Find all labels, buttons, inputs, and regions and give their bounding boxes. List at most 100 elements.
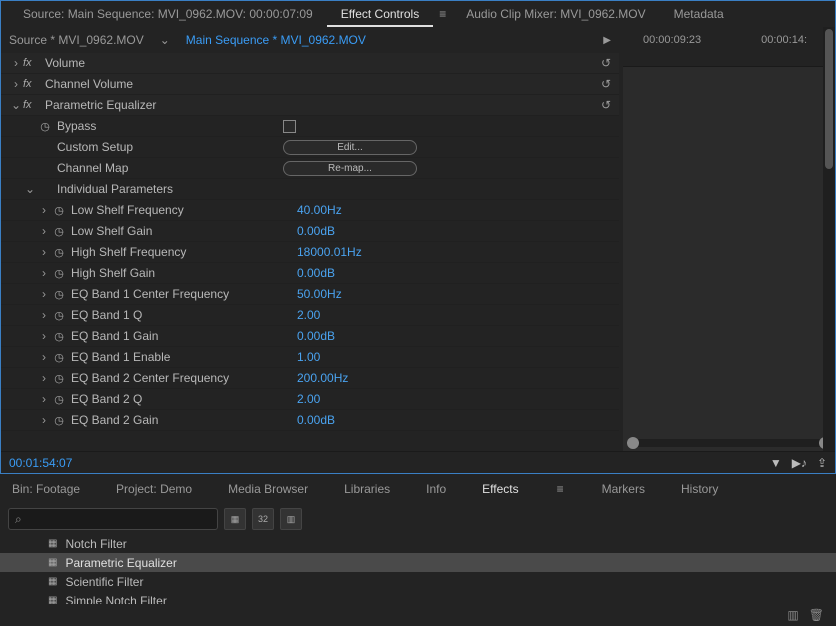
panel-menu-icon[interactable]: ≡ [433,7,452,21]
fx-badge-icon[interactable]: fx [23,78,41,90]
stopwatch-icon[interactable]: ◷ [51,393,67,406]
tab-audio-mixer[interactable]: Audio Clip Mixer: MVI_0962.MOV [452,1,659,27]
param-value[interactable]: 2.00 [297,308,320,322]
source-row: Source * MVI_0962.MOV ⌄ Main Sequence * … [1,27,623,53]
expand-icon[interactable]: › [37,392,51,406]
tab-history[interactable]: History [677,482,722,496]
current-timecode[interactable]: 00:01:54:07 [9,456,72,470]
tab-metadata[interactable]: Metadata [660,1,738,27]
scroll-thumb-left[interactable] [627,437,639,449]
param-value[interactable]: 1.00 [297,350,320,364]
collapse-icon[interactable]: ⌄ [9,98,23,112]
delete-icon[interactable]: 🗑 [809,608,824,622]
stopwatch-icon[interactable]: ◷ [51,372,67,385]
vertical-scrollbar[interactable] [823,27,835,451]
effect-item[interactable]: ▦Parametric Equalizer [0,553,836,572]
param-row: ›◷High Shelf Frequency18000.01Hz [1,242,619,263]
top-tab-bar: Source: Main Sequence: MVI_0962.MOV: 00:… [1,1,835,27]
remap-button[interactable]: Re-map... [283,161,417,176]
effect-item[interactable]: ▦Notch Filter [0,534,836,553]
preset-bin-icon[interactable]: ▦ [224,508,246,530]
new-bin-icon[interactable]: ▥ [787,608,798,622]
chevron-down-icon[interactable]: ⌄ [160,33,170,47]
expand-icon[interactable]: › [9,77,23,91]
sequence-clip-label[interactable]: Main Sequence * MVI_0962.MOV [186,33,366,47]
edit-button[interactable]: Edit... [283,140,417,155]
param-label: High Shelf Frequency [67,245,297,259]
search-input[interactable] [26,512,211,526]
expand-icon[interactable]: › [37,203,51,217]
bypass-checkbox[interactable] [283,120,296,133]
fx-badge-icon[interactable]: fx [23,57,41,69]
32bit-icon[interactable]: 32 [252,508,274,530]
reset-icon[interactable]: ↺ [601,56,611,70]
stopwatch-icon[interactable]: ◷ [51,267,67,280]
param-value[interactable]: 200.00Hz [297,371,348,385]
tab-project[interactable]: Project: Demo [112,482,196,496]
search-box[interactable]: ⌕ [8,508,218,530]
expand-icon[interactable]: › [37,413,51,427]
param-value[interactable]: 0.00dB [297,224,335,238]
expand-icon[interactable]: › [37,245,51,259]
param-value[interactable]: 18000.01Hz [297,245,362,259]
param-label: Low Shelf Gain [67,224,297,238]
play-head-icon[interactable]: ▶ [603,35,611,46]
timeline-scrollbar[interactable] [627,439,831,447]
expand-icon[interactable]: › [37,308,51,322]
param-row: ›◷Low Shelf Gain0.00dB [1,221,619,242]
reset-icon[interactable]: ↺ [601,77,611,91]
status-bar: 00:01:54:07 ▼ ▶♪ ⇪ [1,451,835,473]
expand-icon[interactable]: › [9,56,23,70]
param-row: ›◷EQ Band 2 Gain0.00dB [1,410,619,431]
param-group-individual[interactable]: ⌄ Individual Parameters [1,179,619,200]
param-channel-map: Channel Map Re-map... [1,158,619,179]
stopwatch-icon[interactable]: ◷ [37,120,53,133]
param-value[interactable]: 50.00Hz [297,287,342,301]
param-value[interactable]: 2.00 [297,392,320,406]
tab-effects[interactable]: Effects [478,482,522,496]
effect-item[interactable]: ▦Scientific Filter [0,572,836,591]
timeline-ruler[interactable] [623,53,835,67]
effect-channel-volume[interactable]: › fx Channel Volume ↺ [1,74,619,95]
stopwatch-icon[interactable]: ◷ [51,246,67,259]
stopwatch-icon[interactable]: ◷ [51,309,67,322]
tab-libraries[interactable]: Libraries [340,482,394,496]
param-value[interactable]: 0.00dB [297,413,335,427]
tab-info[interactable]: Info [422,482,450,496]
effect-parametric-eq[interactable]: ⌄ fx Parametric Equalizer ↺ [1,95,619,116]
tab-effect-controls[interactable]: Effect Controls [327,1,433,27]
panel-menu-icon[interactable]: ≡ [551,482,570,496]
tab-media-browser[interactable]: Media Browser [224,482,312,496]
param-value[interactable]: 40.00Hz [297,203,342,217]
stopwatch-icon[interactable]: ◷ [51,330,67,343]
stopwatch-icon[interactable]: ◷ [51,225,67,238]
param-value[interactable]: 0.00dB [297,329,335,343]
effect-item[interactable]: ▦Simple Notch Filter [0,591,836,604]
expand-icon[interactable]: › [37,266,51,280]
param-row: ›◷Low Shelf Frequency40.00Hz [1,200,619,221]
reset-icon[interactable]: ↺ [601,98,611,112]
play-audio-icon[interactable]: ▶♪ [792,456,807,470]
export-icon[interactable]: ⇪ [817,456,827,470]
stopwatch-icon[interactable]: ◷ [51,351,67,364]
tab-bin[interactable]: Bin: Footage [8,482,84,496]
expand-icon[interactable]: › [37,329,51,343]
collapse-icon[interactable]: ⌄ [23,182,37,196]
filter-icon[interactable]: ▼ [770,456,782,470]
stopwatch-icon[interactable]: ◷ [51,414,67,427]
expand-icon[interactable]: › [37,287,51,301]
param-value[interactable]: 0.00dB [297,266,335,280]
source-clip-label[interactable]: Source * MVI_0962.MOV [9,33,144,47]
effect-volume[interactable]: › fx Volume ↺ [1,53,619,74]
tab-markers[interactable]: Markers [598,482,649,496]
fx-badge-icon[interactable]: fx [23,99,41,111]
stopwatch-icon[interactable]: ◷ [51,204,67,217]
timeline-body[interactable] [623,67,835,451]
yuv-icon[interactable]: ▥ [280,508,302,530]
expand-icon[interactable]: › [37,224,51,238]
scroll-thumb[interactable] [825,29,833,169]
expand-icon[interactable]: › [37,371,51,385]
tab-source[interactable]: Source: Main Sequence: MVI_0962.MOV: 00:… [9,1,327,27]
stopwatch-icon[interactable]: ◷ [51,288,67,301]
expand-icon[interactable]: › [37,350,51,364]
